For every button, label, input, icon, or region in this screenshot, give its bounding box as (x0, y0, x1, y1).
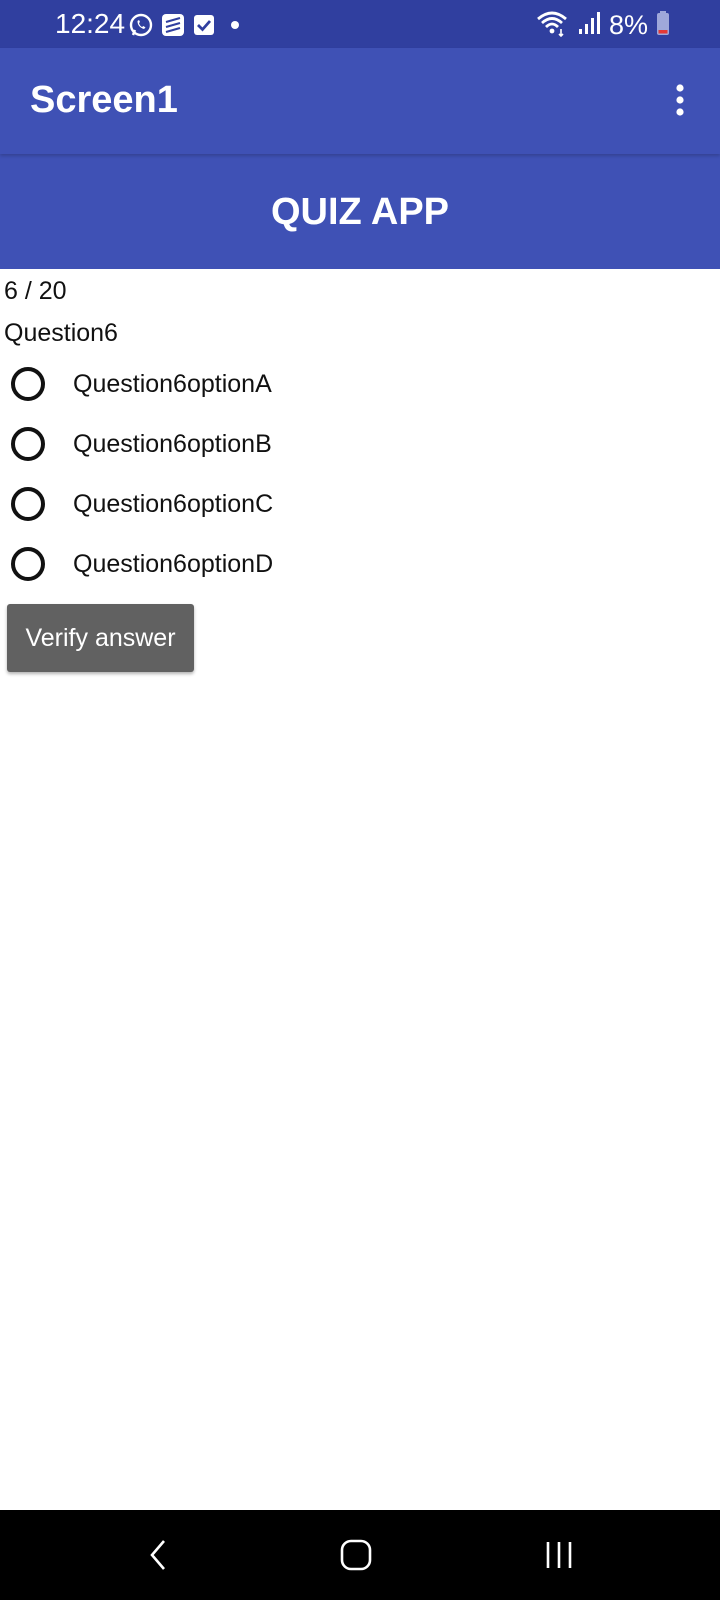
option-label: Question6optionC (73, 489, 274, 518)
navigation-bar (0, 1510, 720, 1600)
question-text: Question6 (4, 319, 118, 347)
radio-button[interactable] (11, 367, 45, 401)
wifi-icon (535, 9, 569, 42)
app-bar: Screen1 (0, 48, 720, 154)
option-label: Question6optionD (73, 549, 274, 578)
screen: 12:24 8% Screen1 QUIZ APP 6 / 20 Questio… (0, 0, 720, 1600)
battery-icon (656, 10, 670, 41)
radio-button[interactable] (11, 547, 45, 581)
more-vert-icon[interactable] (664, 78, 696, 122)
option-c[interactable]: Question6optionC (8, 474, 708, 534)
app-bar-title: Screen1 (30, 79, 178, 121)
notification-dot-icon (222, 12, 248, 38)
answer-options: Question6optionA Question6optionB Questi… (8, 354, 708, 594)
option-label: Question6optionB (73, 429, 272, 458)
option-label: Question6optionA (73, 369, 272, 398)
question-progress: 6 / 20 (4, 277, 67, 305)
back-icon[interactable] (132, 1530, 182, 1580)
verify-answer-button[interactable]: Verify answer (7, 604, 194, 672)
quiz-title: QUIZ APP (270, 190, 450, 233)
status-system-icons: 8% (535, 10, 670, 40)
option-d[interactable]: Question6optionD (8, 534, 708, 594)
stack-app-icon (160, 12, 186, 38)
recents-icon[interactable] (534, 1530, 584, 1580)
quiz-header: QUIZ APP (0, 154, 720, 269)
home-icon[interactable] (331, 1530, 381, 1580)
status-notification-icons (128, 10, 248, 40)
radio-button[interactable] (11, 487, 45, 521)
radio-button[interactable] (11, 427, 45, 461)
battery-text: 8% (608, 10, 648, 40)
checkbox-app-icon (192, 13, 216, 37)
signal-icon (577, 10, 601, 41)
option-b[interactable]: Question6optionB (8, 414, 708, 474)
whatsapp-icon (128, 12, 154, 38)
status-time: 12:24 (55, 8, 126, 39)
option-a[interactable]: Question6optionA (8, 354, 708, 414)
status-bar: 12:24 8% (0, 0, 720, 48)
